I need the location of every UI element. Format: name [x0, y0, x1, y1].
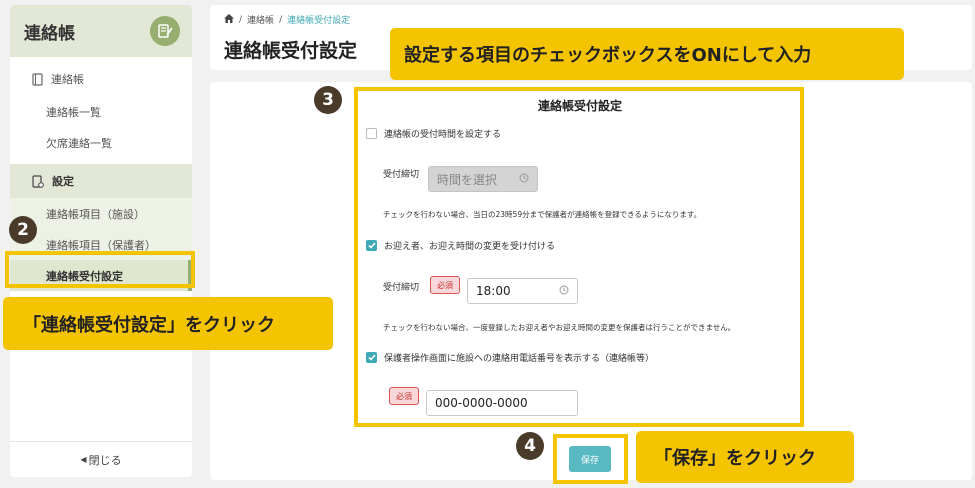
- breadcrumb-notebook[interactable]: 連絡帳: [247, 13, 274, 26]
- sidebar-section-label: 設定: [52, 175, 74, 188]
- sidebar-section-label: 連絡帳: [51, 73, 84, 86]
- sidebar-close-button[interactable]: ◀ 閉じる: [10, 441, 192, 477]
- breadcrumb-current: 連絡帳受付設定: [287, 16, 351, 26]
- step-3-badge: 3: [314, 86, 342, 114]
- highlight-frame-save: [553, 434, 628, 484]
- page-title: 連絡帳受付設定: [224, 40, 358, 62]
- notebook-pen-icon: [150, 16, 180, 46]
- sidebar: 連絡帳 連絡帳 連絡帳一覧 欠席連絡一覧 設定 連絡帳項目（施設） 連絡帳項目（…: [10, 5, 192, 477]
- sidebar-item-absence-list[interactable]: 欠席連絡一覧: [10, 127, 192, 158]
- sidebar-title: 連絡帳: [24, 23, 75, 44]
- sidebar-item-facility-fields[interactable]: 連絡帳項目（施設）: [10, 198, 192, 229]
- highlight-frame-sidebar-item: [5, 251, 195, 288]
- notebook-icon: [32, 72, 43, 86]
- triangle-left-icon: ◀: [80, 455, 87, 464]
- callout-click-reception-settings: 「連絡帳受付設定」をクリック: [3, 297, 333, 350]
- sidebar-section-notebook[interactable]: 連絡帳: [10, 62, 192, 96]
- home-icon[interactable]: [224, 13, 234, 26]
- settings-doc-icon: [32, 174, 44, 188]
- step-2-badge: 2: [9, 216, 37, 244]
- breadcrumb: / 連絡帳 / 連絡帳受付設定: [224, 13, 355, 26]
- highlight-frame-form: [354, 87, 804, 427]
- callout-click-save: 「保存」をクリック: [636, 431, 854, 483]
- callout-check-options: 設定する項目のチェックボックスをONにして入力: [390, 28, 904, 80]
- sidebar-item-notebook-list[interactable]: 連絡帳一覧: [10, 96, 192, 127]
- sidebar-header: 連絡帳: [10, 5, 192, 57]
- step-4-badge: 4: [516, 432, 544, 460]
- sidebar-section-settings[interactable]: 設定: [10, 164, 192, 198]
